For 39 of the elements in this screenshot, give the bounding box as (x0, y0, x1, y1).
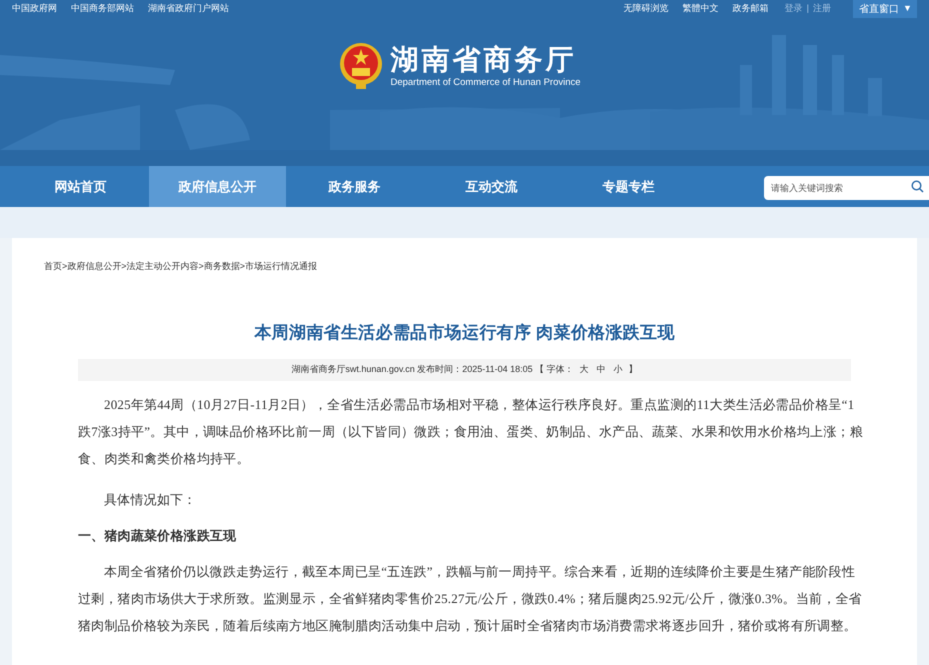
section-heading: 一、猪肉蔬菜价格涨跌互现 (78, 527, 238, 545)
nav-tab[interactable]: 网站首页 (12, 166, 149, 207)
breadcrumb-link[interactable]: 首页 (44, 260, 62, 274)
search-icon[interactable] (911, 180, 924, 192)
nav-tab[interactable]: 政务服务 (286, 166, 423, 207)
breadcrumb-separator: > (198, 260, 204, 273)
top-link[interactable]: 中国政府网 (12, 2, 57, 16)
breadcrumb-separator: > (121, 260, 127, 273)
top-link[interactable]: 政务邮箱 (732, 2, 769, 16)
breadcrumb-separator: > (240, 260, 246, 273)
top-link[interactable]: 无障碍浏览 (624, 2, 669, 16)
top-link[interactable]: 中国商务部网站 (71, 2, 134, 16)
font-size-link[interactable]: 小 (612, 363, 625, 377)
body-paragraph: 具体情况如下： (103, 491, 198, 509)
nav-tab[interactable]: 政府信息公开 (149, 166, 286, 207)
login-link[interactable]: 登录 (784, 2, 803, 16)
breadcrumb-link[interactable]: 市场运行情况通报 (245, 260, 318, 274)
region-menu-button[interactable]: 省直窗口 ▼ (853, 0, 917, 18)
separator-text: | (806, 2, 809, 16)
body-paragraph: 2025年第44周（10月27日-11月2日），全省生活必需品市场相对平稳，整体运行秩序良好。重点监测的11大类生活必需品价格呈“1跌7涨3持平”。其中，调味品价格环比前一周（以下皆同）微跌；食用油、蛋类、奶制品、水产品、蔬菜、水果和饮用水价格均上涨；粮食、肉类和禽类价格均持平。 (78, 396, 864, 468)
breadcrumb-link[interactable]: 政府信息公开 (67, 260, 122, 274)
site-title: 湖南省商务厅 (390, 43, 578, 77)
nav-tab[interactable]: 专题专栏 (560, 166, 697, 207)
article-title: 本周湖南省生活必需品市场运行有序 肉菜价格涨跌互现 (253, 322, 676, 344)
bracket-text: 】 (628, 363, 638, 376)
top-link[interactable]: 湖南省政府门户网站 (148, 2, 229, 16)
breadcrumb-separator: > (62, 260, 68, 273)
emblem-icon (338, 42, 384, 90)
nav-tab[interactable]: 互动交流 (423, 166, 560, 207)
site-subtitle: Department of Commerce of Hunan Province (390, 77, 581, 89)
body-paragraph: 本周全省猪价仍以微跌走势运行，截至本周已呈“五连跌”，跌幅与前一周持平。综合来看，近期的连续降价主要是生猪产能阶段性过剩，猪肉市场供大于求所致。监测显示，全省鲜猪肉零售价25.27元/公斤，微跌0.4%；猪后腿肉25.92元/公斤，微涨0.3%。当前，全省猪肉制品价格较为亲民，随着后续南方地区腌制腊肉活动集中启动，预计届时全省猪肉市场消费需求将逐步回升，猪价或将有所调整。 (78, 563, 863, 635)
publish-info: 湖南省商务厅swt.hunan.gov.cn 发布时间：2025-11-04 18:05 【 字体： (291, 363, 574, 376)
top-link[interactable]: 繁體中文 (682, 2, 719, 16)
breadcrumb-link[interactable]: 商务数据 (204, 260, 240, 274)
search-field[interactable]: 请输入关键词搜索 (764, 176, 929, 200)
breadcrumb-link[interactable]: 法定主动公开内容 (126, 260, 199, 274)
font-size-link[interactable]: 大 (578, 363, 591, 377)
register-link[interactable]: 注册 (813, 2, 831, 16)
font-size-link[interactable]: 中 (594, 363, 608, 377)
